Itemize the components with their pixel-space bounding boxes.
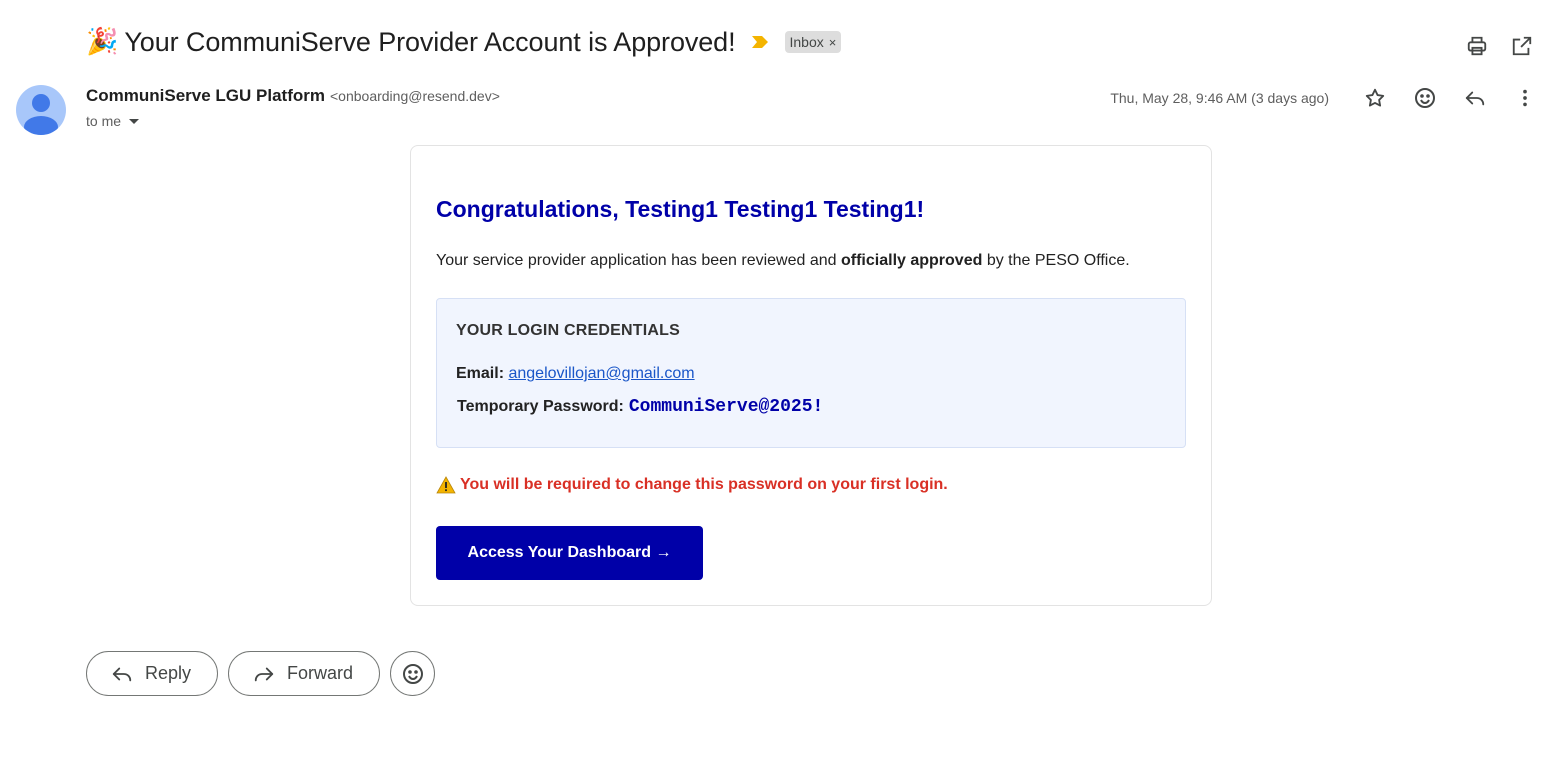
star-icon[interactable] bbox=[1357, 80, 1393, 116]
email-subject: Your CommuniServe Provider Account is Ap… bbox=[124, 26, 736, 57]
password-label: Temporary Password: bbox=[457, 398, 624, 415]
emoji-reaction-icon bbox=[401, 662, 425, 686]
email-link[interactable]: angelovillojan@gmail.com bbox=[508, 365, 694, 382]
message-meta: Thu, May 28, 9:46 AM (3 days ago) bbox=[1110, 80, 1543, 116]
credentials-email-row: Email: angelovillojan@gmail.com bbox=[456, 365, 695, 383]
intro-text-prefix: Your service provider application has be… bbox=[436, 252, 841, 269]
label-chip-inbox: Inbox × bbox=[784, 31, 842, 53]
chevron-down-icon[interactable] bbox=[129, 118, 140, 124]
print-icon[interactable] bbox=[1459, 28, 1495, 64]
forward-icon bbox=[253, 663, 275, 685]
message-date: Thu, May 28, 9:46 AM (3 days ago) bbox=[1110, 90, 1329, 106]
greeting-heading: Congratulations, Testing1 Testing1 Testi… bbox=[436, 196, 925, 222]
reply-button-label: Reply bbox=[145, 663, 192, 683]
reply-icon[interactable] bbox=[1457, 80, 1493, 116]
recipient-details[interactable]: to me bbox=[86, 113, 140, 129]
importance-marker-icon[interactable] bbox=[751, 34, 768, 50]
remove-label-icon[interactable]: × bbox=[829, 35, 837, 50]
reply-icon bbox=[111, 663, 133, 685]
more-vert-icon[interactable] bbox=[1507, 80, 1543, 116]
forward-button[interactable]: Forward bbox=[228, 651, 381, 696]
sender-line: CommuniServe LGU Platform <onboarding@re… bbox=[86, 86, 500, 108]
intro-text-suffix: by the PESO Office. bbox=[982, 252, 1130, 269]
open-in-new-window-icon[interactable] bbox=[1504, 28, 1540, 64]
forward-button-label: Forward bbox=[287, 663, 354, 683]
warning-icon bbox=[436, 476, 456, 494]
subject-row: 🎉 Your CommuniServe Provider Account is … bbox=[86, 24, 842, 60]
party-popper-icon: 🎉 bbox=[86, 27, 119, 57]
sender-email: <onboarding@resend.dev> bbox=[330, 88, 500, 104]
credentials-title: YOUR LOGIN CREDENTIALS bbox=[456, 322, 680, 339]
email-body-card: Congratulations, Testing1 Testing1 Testi… bbox=[410, 145, 1212, 606]
emoji-reaction-icon[interactable] bbox=[1407, 80, 1443, 116]
password-value: CommuniServe@2025! bbox=[628, 397, 824, 417]
recipient-text: to me bbox=[86, 113, 122, 129]
avatar[interactable] bbox=[16, 85, 66, 135]
bottom-actions: Reply Forward bbox=[86, 651, 436, 696]
credentials-password-row: Temporary Password: CommuniServe@2025! bbox=[457, 397, 823, 417]
email-label: Email: bbox=[456, 365, 505, 382]
sender-name[interactable]: CommuniServe LGU Platform bbox=[86, 86, 325, 106]
intro-paragraph: Your service provider application has be… bbox=[436, 252, 1130, 270]
label-chip-text: Inbox bbox=[789, 34, 824, 50]
password-warning: You will be required to change this pass… bbox=[436, 476, 948, 494]
reply-button[interactable]: Reply bbox=[86, 651, 219, 696]
credentials-box: YOUR LOGIN CREDENTIALS Email: angelovill… bbox=[436, 298, 1186, 448]
access-dashboard-button[interactable]: Access Your Dashboard → bbox=[436, 526, 703, 580]
emoji-reaction-button[interactable] bbox=[390, 651, 436, 696]
warning-text: You will be required to change this pass… bbox=[460, 476, 948, 493]
top-actions bbox=[1459, 28, 1549, 64]
intro-text-bold: officially approved bbox=[841, 252, 983, 269]
